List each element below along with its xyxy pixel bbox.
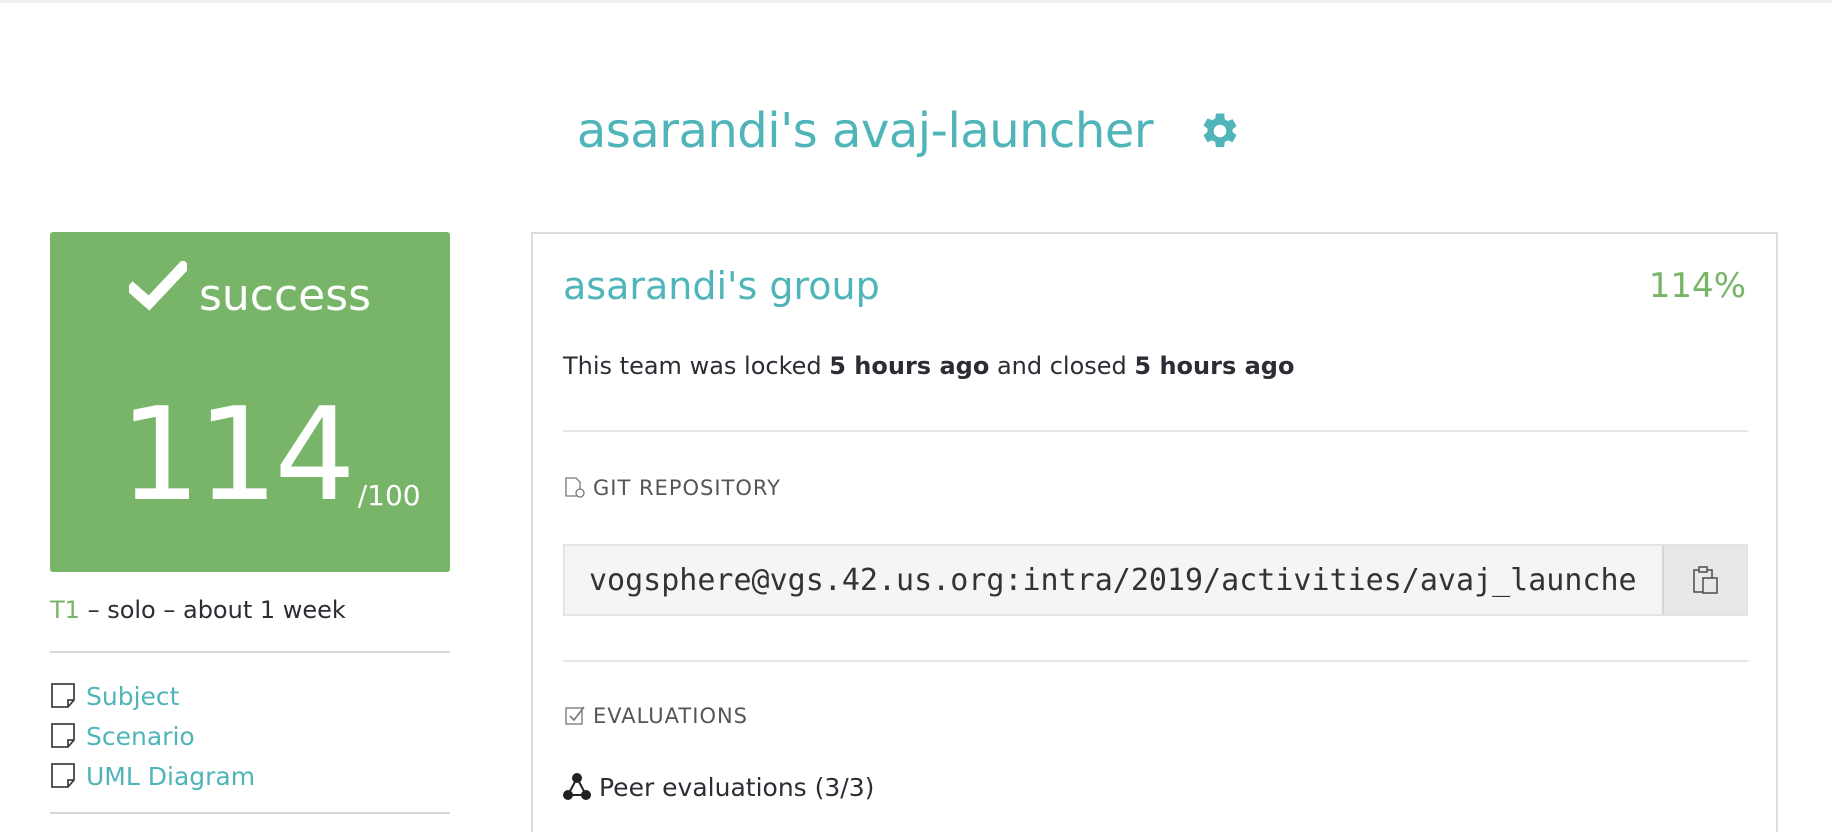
- divider: [50, 812, 450, 814]
- link-label[interactable]: Subject: [86, 682, 179, 711]
- status-card: success 114 /100: [50, 232, 450, 572]
- document-icon: [51, 683, 75, 708]
- peer-evaluations-label: Peer evaluations (3/3): [599, 772, 875, 802]
- project-meta-text: – solo – about 1 week: [79, 596, 346, 624]
- network-icon: [563, 773, 591, 800]
- divider: [563, 660, 1748, 662]
- closed-prefix: and closed: [989, 352, 1135, 380]
- tier-label: T1: [50, 596, 80, 624]
- group-title[interactable]: asarandi's group: [563, 264, 880, 308]
- score-max: /100: [357, 479, 421, 512]
- closed-time: 5 hours ago: [1134, 352, 1295, 380]
- git-repository-icon: [565, 477, 585, 498]
- team-panel: asarandi's group 114% This team was lock…: [531, 232, 1778, 832]
- peer-evaluations[interactable]: Peer evaluations (3/3): [563, 772, 874, 802]
- repository-field: [563, 544, 1748, 616]
- attachment-list: Subject Scenario UML Diagram: [50, 676, 450, 796]
- project-meta: T1 – solo – about 1 week: [50, 596, 450, 624]
- git-repository-label: GIT REPOSITORY: [593, 476, 781, 500]
- repository-url-input[interactable]: [565, 546, 1662, 614]
- divider: [50, 651, 450, 653]
- link-scenario[interactable]: Scenario: [50, 716, 450, 756]
- link-subject[interactable]: Subject: [50, 676, 450, 716]
- document-icon: [51, 763, 75, 788]
- divider: [563, 430, 1748, 432]
- locked-prefix: This team was locked: [563, 352, 830, 380]
- checkmark-icon: [128, 261, 187, 311]
- link-label[interactable]: Scenario: [86, 722, 195, 751]
- team-status-line: This team was locked 5 hours ago and clo…: [563, 352, 1294, 380]
- locked-time: 5 hours ago: [829, 352, 990, 380]
- git-repository-heading: GIT REPOSITORY: [563, 476, 781, 500]
- checkbox-icon: [565, 706, 585, 725]
- status-header: success: [50, 256, 450, 326]
- clipboard-icon: [1693, 566, 1718, 594]
- gear-icon[interactable]: [1199, 110, 1241, 152]
- document-icon: [51, 723, 75, 748]
- link-label[interactable]: UML Diagram: [86, 762, 255, 791]
- page-header: asarandi's avaj-launcher: [0, 96, 1832, 166]
- evaluations-heading: EVALUATIONS: [563, 704, 748, 728]
- team-percentage: 114%: [1648, 266, 1746, 306]
- evaluations-label: EVALUATIONS: [593, 704, 749, 728]
- link-uml-diagram[interactable]: UML Diagram: [50, 756, 450, 796]
- score-display: 114 /100: [50, 380, 450, 520]
- top-border: [0, 0, 1832, 3]
- page-title: asarandi's avaj-launcher: [576, 103, 1154, 159]
- final-score: 114: [119, 381, 355, 530]
- status-label: success: [198, 269, 372, 321]
- copy-repo-button[interactable]: [1662, 546, 1746, 614]
